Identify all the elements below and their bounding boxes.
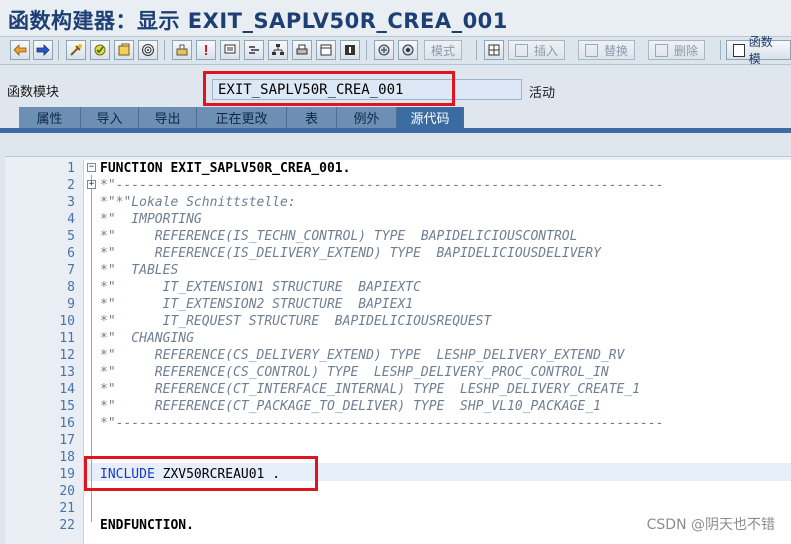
code-line: FUNCTION EXIT_SAPLV50R_CREA_001. [100,161,351,176]
code-line: *" REFERENCE(CS_DELIVERY_EXTEND) TYPE LE… [100,348,625,363]
line-number: 17 [59,433,75,448]
code-line: *" CHANGING [100,331,194,346]
fold-toggle-icon[interactable]: − [87,163,96,172]
code-line: *" IT_REQUEST STRUCTURE BAPIDELICIOUSREQ… [100,314,492,329]
function-module-doc-button[interactable]: 函数模 [726,35,791,66]
code-line: *" IT_EXTENSION1 STRUCTURE BAPIEXTC [100,280,421,295]
forward-icon[interactable] [33,40,53,60]
code-line: *" IMPORTING [100,212,202,227]
line-number: 18 [59,450,75,465]
code-line-include: INCLUDE ZXV50RCREAU01 . [100,466,280,483]
replace-button[interactable]: 替换 [578,40,636,60]
code-line: *" REFERENCE(IS_TECHN_CONTROL) TYPE BAPI… [100,229,578,244]
hierarchy-icon[interactable] [268,40,288,60]
code-line: *" REFERENCE(CS_CONTROL) TYPE LESHP_DELI… [100,365,609,380]
enhance-display-icon[interactable] [398,40,418,60]
mode-button[interactable]: 模式 [424,40,463,60]
other-object-icon[interactable] [66,40,86,60]
line-number: 11 [59,331,75,346]
doc-label: 函数模 [748,35,773,66]
replace-label: 替换 [604,43,629,58]
line-number: 8 [67,280,75,295]
status-text: 活动 [529,86,556,101]
tab-exceptions[interactable]: 例外 [337,107,397,128]
code-line: *" IT_EXTENSION2 STRUCTURE BAPIEX1 [100,297,414,312]
code-line: *" REFERENCE(IS_DELIVERY_EXTEND) TYPE BA… [100,246,601,261]
insert-button[interactable]: 插入 [508,40,566,60]
tab-export[interactable]: 导出 [139,107,197,128]
layout-icon[interactable] [316,40,336,60]
fold-guide [91,187,92,522]
line-number: 12 [59,348,75,363]
pattern-icon[interactable] [220,40,240,60]
code-line: *"*"Lokale Schnittstelle: [100,195,296,210]
tab-source-code[interactable]: 源代码 [397,107,464,128]
line-number: 21 [59,501,75,516]
fold-toggle-icon[interactable]: + [87,180,96,189]
code-line: *"--------------------------------------… [100,416,664,431]
function-module-label: 函数模块 [7,85,60,100]
line-number: 19 [59,467,75,482]
line-number: 16 [59,416,75,431]
code-line: ENDFUNCTION. [100,518,194,533]
structure-icon[interactable] [484,40,504,60]
line-number: 7 [67,263,75,278]
code-line: *" TABLES [100,263,179,278]
code-line: *" REFERENCE(CT_PACKAGE_TO_DELIVER) TYPE… [100,399,601,414]
line-number: 3 [67,195,75,210]
back-icon[interactable] [10,40,30,60]
delete-button[interactable]: 删除 [648,40,706,60]
title-bar: 函数构建器：显示 EXIT_SAPLV50R_CREA_001 [0,0,791,37]
line-number: 20 [59,484,75,499]
tab-import[interactable]: 导入 [81,107,139,128]
line-number: 10 [59,314,75,329]
enhance-icon[interactable] [374,40,394,60]
info-icon[interactable] [340,40,360,60]
check-icon[interactable] [90,40,110,60]
delete-icon [655,43,668,57]
line-number: 15 [59,399,75,414]
doc-icon [733,43,745,57]
line-number: 2 [67,178,75,193]
include-target: ZXV50RCREAU01 . [154,467,281,482]
line-number: 4 [67,212,75,227]
window-title: 函数构建器：显示 EXIT_SAPLV50R_CREA_001 [8,9,508,33]
code-line: *" REFERENCE(CT_INTERFACE_INTERNAL) TYPE… [100,382,641,397]
include-keyword: INCLUDE [100,467,155,482]
replace-icon [585,43,598,57]
display-object-list-icon[interactable] [172,40,192,60]
tab-tables[interactable]: 表 [287,107,337,128]
insert-icon [515,43,528,57]
activate-icon[interactable] [114,40,134,60]
tab-changing[interactable]: 正在更改 [197,107,287,128]
tab-strip: 属性 导入 导出 正在更改 表 例外 源代码 [0,107,791,128]
code-line: *"--------------------------------------… [100,178,664,193]
breakpoint-icon[interactable] [196,40,216,60]
line-number: 1 [67,161,75,176]
line-number: 9 [67,297,75,312]
line-number: 5 [67,229,75,244]
source-code-editor[interactable]: − + 1 2 3 4 5 6 7 8 9 10 11 12 13 14 15 … [5,156,791,544]
application-toolbar: 模式 插入 替换 删除 函数模 [0,35,791,66]
tab-attributes[interactable]: 属性 [19,107,81,128]
delete-label: 删除 [674,43,699,58]
where-used-icon[interactable] [138,40,158,60]
line-number: 6 [67,246,75,261]
function-module-field[interactable]: EXIT_SAPLV50R_CREA_001 [212,79,522,100]
watermark: CSDN @阴天也不错 [646,517,775,533]
pretty-printer-icon[interactable] [244,40,264,60]
line-number: 22 [59,518,75,533]
line-number: 13 [59,365,75,380]
tab-underline [0,128,791,133]
insert-label: 插入 [534,43,559,58]
line-number: 14 [59,382,75,397]
print-icon[interactable] [292,40,312,60]
